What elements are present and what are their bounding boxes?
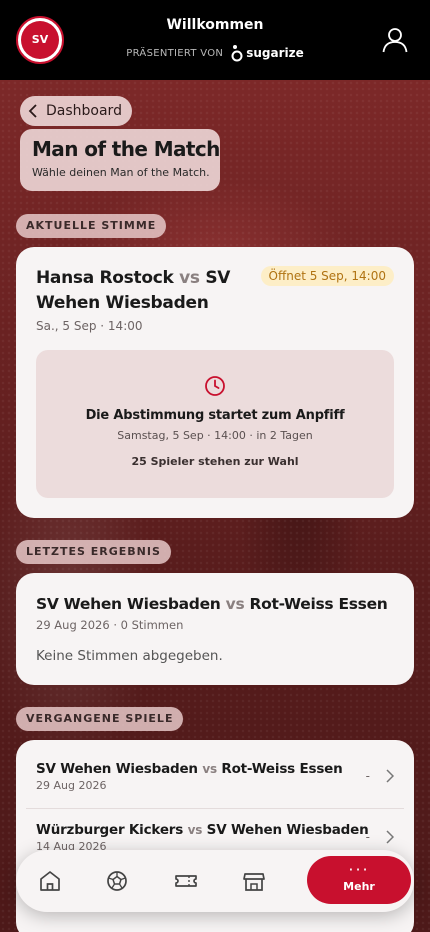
sponsor-drop-icon [231,45,243,62]
vs-label: vs [225,595,245,613]
home-team: SV Wehen Wiesbaden [36,761,198,777]
chevron-left-icon [28,104,37,118]
last-result-card[interactable]: SV Wehen Wiesbaden vs Rot-Weiss Essen 29… [16,573,414,685]
away-team: Rot-Weiss Essen [249,595,388,613]
vs-label: vs [187,823,203,837]
section-label-last-result: LETZTES ERGEBNIS [16,540,171,564]
sponsor-line: PRÄSENTIERT VON sugarize [0,44,430,62]
sponsor-logo[interactable]: sugarize [231,44,304,62]
vote-start-title: Die Abstimmung startet zum Anpfiff [85,408,345,423]
page-hero: Man of the Match Wähle deinen Man of the… [20,129,220,191]
home-team: SV Wehen Wiesbaden [36,595,221,613]
result-meta: 29 Aug 2026 · 0 Stimmen [36,618,184,632]
football-icon[interactable] [104,868,130,894]
away-team: Rot-Weiss Essen [221,761,343,777]
match-score: - [365,830,370,844]
page-title: Man of the Match [32,137,220,161]
sponsor-name: sugarize [246,46,304,60]
current-match-title: Hansa Rostock vs SV Wehen Wiesbaden Sa.,… [36,266,276,333]
away-team: Wehen Wiesbaden [36,293,209,313]
page-subtitle: Wähle deinen Man of the Match. [32,166,210,179]
section-label-past-matches: VERGANGENE SPIELE [16,707,184,731]
status-badge: Öffnet 5 Sep, 14:00 [260,266,394,286]
back-label: Dashboard [46,103,122,119]
players-count: 25 Spieler stehen zur Wahl [131,455,299,468]
home-icon[interactable] [37,868,63,894]
presented-by-label: PRÄSENTIERT VON [126,47,224,59]
clock-icon [205,376,225,396]
current-vote-card[interactable]: Hansa Rostock vs SV Wehen Wiesbaden Sa.,… [16,247,414,518]
past-match-row[interactable]: SV Wehen Wiesbaden vs Rot-Weiss Essen 29… [36,761,394,801]
back-to-dashboard-button[interactable]: Dashboard [20,96,132,126]
chevron-right-icon [386,830,394,844]
match-date: 29 Aug 2026 [36,779,107,792]
empty-votes-text: Keine Stimmen abgegeben. [36,648,223,664]
away-team: SV Wehen Wiesbaden [206,822,369,838]
vote-start-sub: Samstag, 5 Sep · 14:00 · in 2 Tagen [117,429,313,442]
match-score: - [365,769,370,783]
bottom-tab-bar: ··· Mehr [16,850,414,912]
app-header: SV Willkommen PRÄSENTIERT VON sugarize [0,0,430,80]
shop-icon[interactable] [241,868,267,894]
home-team: Hansa Rostock [36,268,174,288]
more-dots-icon: ··· [348,860,370,879]
last-result-content: SV Wehen Wiesbaden vs Rot-Weiss Essen 29… [36,593,396,664]
chevron-right-icon [386,769,394,783]
section-label-current-vote: AKTUELLE STIMME [16,214,167,238]
home-team: Würzburger Kickers [36,822,184,838]
away-team-part: SV [205,268,231,288]
row-divider [26,808,404,809]
more-tab[interactable]: ··· Mehr [307,856,411,904]
ticket-icon[interactable] [173,868,199,894]
profile-icon[interactable] [382,27,408,53]
match-datetime: Sa., 5 Sep · 14:00 [36,319,143,333]
vote-info-box: Die Abstimmung startet zum Anpfiff Samst… [36,350,394,498]
header-title: Willkommen [166,17,264,33]
vs-label: vs [202,762,217,776]
more-label: Mehr [343,880,375,893]
vs-label: vs [179,268,200,288]
